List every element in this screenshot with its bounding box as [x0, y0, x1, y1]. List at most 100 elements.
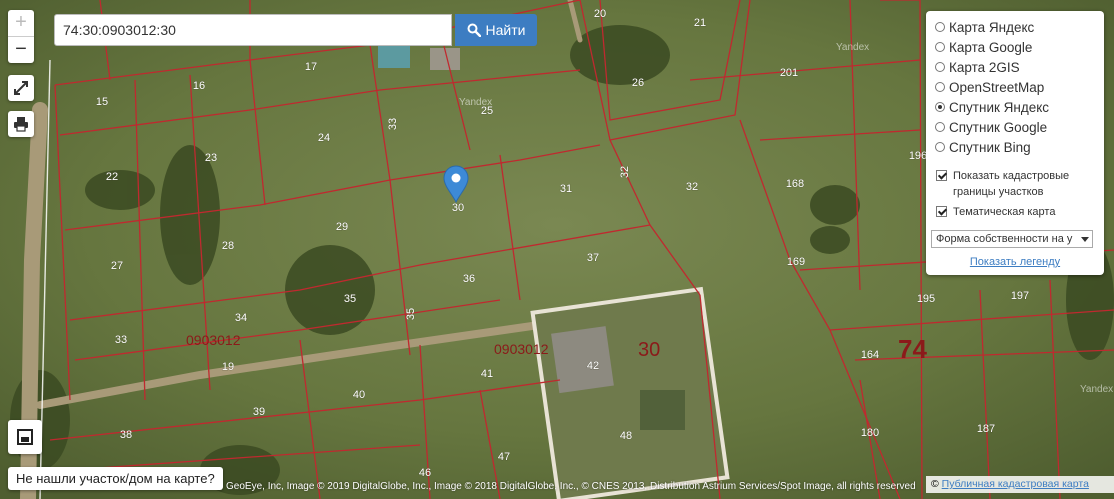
- plot-number: 32: [619, 166, 631, 178]
- cadastral-quarter-label: 0903012: [186, 332, 241, 348]
- fenced-compound: [530, 286, 730, 499]
- plot-number: 197: [1011, 290, 1029, 302]
- not-found-link[interactable]: Не нашли участок/дом на карте?: [8, 467, 223, 490]
- radio-button[interactable]: [935, 82, 945, 92]
- plot-number: 48: [620, 430, 632, 442]
- watermark: Yandex: [459, 97, 492, 108]
- layer-option-label: Карта Яндекс: [949, 19, 1035, 35]
- plot-number: 31: [560, 183, 572, 195]
- plot-number: 19: [222, 361, 234, 373]
- layer-option-label: Спутник Bing: [949, 139, 1031, 155]
- checkbox[interactable]: [936, 170, 947, 181]
- plot-number: 21: [694, 17, 706, 29]
- search-button[interactable]: Найти: [455, 14, 537, 46]
- plot-number: 169: [787, 256, 805, 268]
- plot-number: 46: [419, 467, 431, 479]
- zoom-out-button[interactable]: −: [8, 36, 34, 63]
- building-small: [640, 390, 685, 430]
- printer-icon: [14, 117, 28, 132]
- layer-option-yandex-satellite[interactable]: Спутник Яндекс: [935, 97, 1049, 117]
- region-label: 74: [898, 334, 927, 364]
- plot-number: 41: [481, 368, 493, 380]
- public-cadastral-map-link[interactable]: Публичная кадастровая карта: [942, 478, 1089, 490]
- selected-plot-label: 30: [638, 339, 660, 361]
- plot-number: 33: [387, 118, 399, 130]
- radio-button[interactable]: [935, 122, 945, 132]
- plot-number: 26: [632, 77, 644, 89]
- plot-number: 33: [115, 334, 127, 346]
- print-button[interactable]: [8, 111, 34, 137]
- plot-number: 39: [253, 406, 265, 418]
- thematic-map-option[interactable]: Тематическая карта: [936, 204, 1086, 220]
- plot-number: 23: [205, 152, 217, 164]
- pool: [378, 46, 410, 68]
- plot-number: 28: [222, 240, 234, 252]
- checkbox-label: Показать кадастровые границы участков: [953, 170, 1070, 198]
- layer-option-yandex-map[interactable]: Карта Яндекс: [935, 17, 1034, 37]
- plot-number: 47: [498, 451, 510, 463]
- plot-number: 42: [587, 360, 599, 372]
- plot-number: 17: [305, 61, 317, 73]
- plot-number: 187: [977, 423, 995, 435]
- chevron-down-icon: [1081, 237, 1089, 242]
- watermark: Yandex: [1080, 384, 1113, 395]
- feedback-toggle-button[interactable]: [8, 420, 42, 454]
- plot-number: 36: [463, 273, 475, 285]
- plot-number: 201: [780, 67, 798, 79]
- layer-option-openstreetmap[interactable]: OpenStreetMap: [935, 77, 1044, 97]
- radio-button[interactable]: [935, 142, 945, 152]
- layer-option-label: Спутник Google: [949, 119, 1048, 135]
- search-button-label: Найти: [485, 22, 526, 38]
- search-icon: [467, 23, 481, 37]
- plot-number: 35: [405, 308, 417, 320]
- layer-option-label: Карта 2GIS: [949, 59, 1020, 75]
- plot-number: 24: [318, 132, 330, 144]
- plot-number: 16: [193, 80, 205, 92]
- radio-button-selected[interactable]: [935, 102, 945, 112]
- plot-number: 180: [861, 427, 879, 439]
- plot-number: 164: [861, 349, 879, 361]
- radio-button[interactable]: [935, 62, 945, 72]
- layer-option-label: OpenStreetMap: [949, 79, 1045, 95]
- copyright-symbol: ©: [931, 478, 939, 490]
- fullscreen-button[interactable]: [8, 75, 34, 101]
- cadastral-number-search-input[interactable]: 74:30:0903012:30: [54, 14, 452, 46]
- layer-option-2gis-map[interactable]: Карта 2GIS: [935, 57, 1020, 77]
- zoom-control: + −: [8, 10, 34, 63]
- plot-number: 195: [917, 293, 935, 305]
- map-layers-panel: Карта Яндекс Карта Google Карта 2GIS Ope…: [926, 11, 1104, 275]
- plot-number: 22: [106, 171, 118, 183]
- plot-number: 32: [686, 181, 698, 193]
- plot-number: 38: [120, 429, 132, 441]
- zoom-in-button[interactable]: +: [8, 10, 34, 36]
- cadastral-quarter-label: 0903012: [494, 341, 549, 357]
- map-attribution: © Публичная кадастровая карта: [926, 476, 1114, 493]
- plot-number: 34: [235, 312, 247, 324]
- frame-icon: [17, 429, 33, 445]
- show-cadastral-borders-option[interactable]: Показать кадастровые границы участков: [936, 168, 1086, 200]
- expand-icon: [14, 81, 28, 95]
- thematic-select-value: Форма собственности на у: [936, 233, 1073, 245]
- plot-number: 20: [594, 8, 606, 20]
- thematic-map-select[interactable]: Форма собственности на у: [931, 230, 1093, 248]
- plot-number: 37: [587, 252, 599, 264]
- imagery-copyright: GeoEye, Inc, Image © 2019 DigitalGlobe, …: [226, 481, 916, 492]
- plot-number-selected: 30: [452, 202, 464, 214]
- building-roof: [551, 326, 614, 394]
- checkbox[interactable]: [936, 206, 947, 217]
- layer-option-bing-satellite[interactable]: Спутник Bing: [935, 137, 1031, 157]
- radio-button[interactable]: [935, 22, 945, 32]
- plot-number: 27: [111, 260, 123, 272]
- layer-option-label: Спутник Яндекс: [949, 99, 1050, 115]
- plot-number: 35: [344, 293, 356, 305]
- layer-option-google-map[interactable]: Карта Google: [935, 37, 1032, 57]
- plot-number: 15: [96, 96, 108, 108]
- layer-option-label: Карта Google: [949, 39, 1033, 55]
- plot-number: 196: [909, 150, 927, 162]
- show-legend-link[interactable]: Показать легенду: [926, 256, 1104, 268]
- watermark: Yandex: [836, 42, 869, 53]
- plot-number: 29: [336, 221, 348, 233]
- layer-option-google-satellite[interactable]: Спутник Google: [935, 117, 1047, 137]
- radio-button[interactable]: [935, 42, 945, 52]
- plot-number: 40: [353, 389, 365, 401]
